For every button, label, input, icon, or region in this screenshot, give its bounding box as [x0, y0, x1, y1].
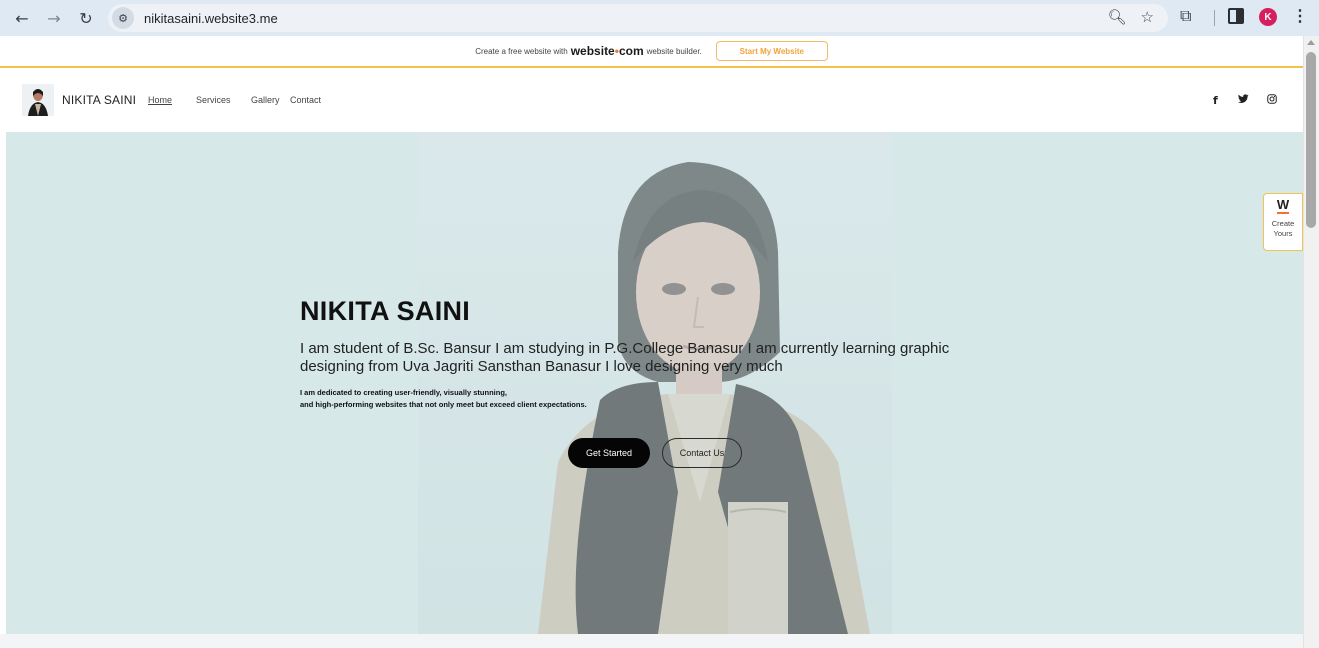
site-name[interactable]: NIKITA SAINI: [62, 93, 136, 107]
hero-section: NIKITA SAINI I am student of B.Sc. Bansu…: [6, 132, 1303, 634]
side-panel-icon[interactable]: [1228, 8, 1244, 24]
star-icon[interactable]: ☆: [1141, 8, 1154, 26]
page-viewport: Create a free website with website•com w…: [0, 36, 1319, 648]
promo-suffix: website builder.: [646, 46, 702, 56]
site-info-icon[interactable]: ⚙: [112, 7, 134, 29]
scroll-up-icon[interactable]: [1307, 40, 1315, 45]
hero-overlay: [418, 132, 892, 634]
website-logo-icon: W: [1276, 197, 1290, 214]
hero-description: I am student of B.Sc. Bansur I am studyi…: [300, 340, 950, 375]
toolbar-divider: [1214, 10, 1215, 26]
nav-home[interactable]: Home: [148, 95, 172, 105]
contact-us-button[interactable]: Contact Us: [662, 438, 742, 468]
create-yours-widget[interactable]: W Create Yours: [1263, 193, 1303, 251]
url-text[interactable]: nikitasaini.website3.me: [144, 11, 278, 26]
facebook-icon[interactable]: f: [1213, 94, 1218, 107]
site-header: NIKITA SAINI Home Services Gallery Conta…: [0, 70, 1303, 132]
brand-logo: website•com: [570, 44, 644, 58]
nav-contact[interactable]: Contact: [290, 95, 321, 105]
hero-subtext: I am dedicated to creating user-friendly…: [300, 388, 587, 409]
reload-icon[interactable]: ↻: [74, 6, 98, 30]
menu-icon[interactable]: ⋮: [1292, 6, 1308, 26]
omnibox-actions: 🔍︎ ☆: [1108, 8, 1155, 26]
get-started-button[interactable]: Get Started: [568, 438, 650, 468]
promo-text: Create a free website with: [475, 46, 568, 56]
promo-bar: Create a free website with website•com w…: [0, 36, 1303, 68]
nav-gallery[interactable]: Gallery: [251, 95, 280, 105]
address-bar[interactable]: ⚙ nikitasaini.website3.me 🔍︎ ☆: [108, 4, 1168, 32]
zoom-icon[interactable]: 🔍︎: [1108, 8, 1127, 26]
instagram-icon[interactable]: [1267, 94, 1277, 107]
extensions-icon[interactable]: ⧉: [1180, 6, 1191, 26]
nav-services[interactable]: Services: [196, 95, 231, 105]
logo-avatar[interactable]: [22, 84, 54, 116]
section-divider: [0, 634, 1303, 648]
twitter-icon[interactable]: [1238, 94, 1249, 107]
back-icon[interactable]: ←: [10, 6, 34, 30]
profile-avatar[interactable]: K: [1259, 8, 1277, 26]
scrollbar-thumb[interactable]: [1306, 52, 1316, 228]
browser-toolbar: ← → ↻ ⚙ nikitasaini.website3.me 🔍︎ ☆ ⧉ K…: [0, 0, 1319, 36]
forward-icon[interactable]: →: [42, 6, 66, 30]
start-website-button[interactable]: Start My Website: [715, 41, 828, 61]
hero-title: NIKITA SAINI: [300, 296, 471, 326]
create-yours-label: Create Yours: [1271, 219, 1295, 238]
